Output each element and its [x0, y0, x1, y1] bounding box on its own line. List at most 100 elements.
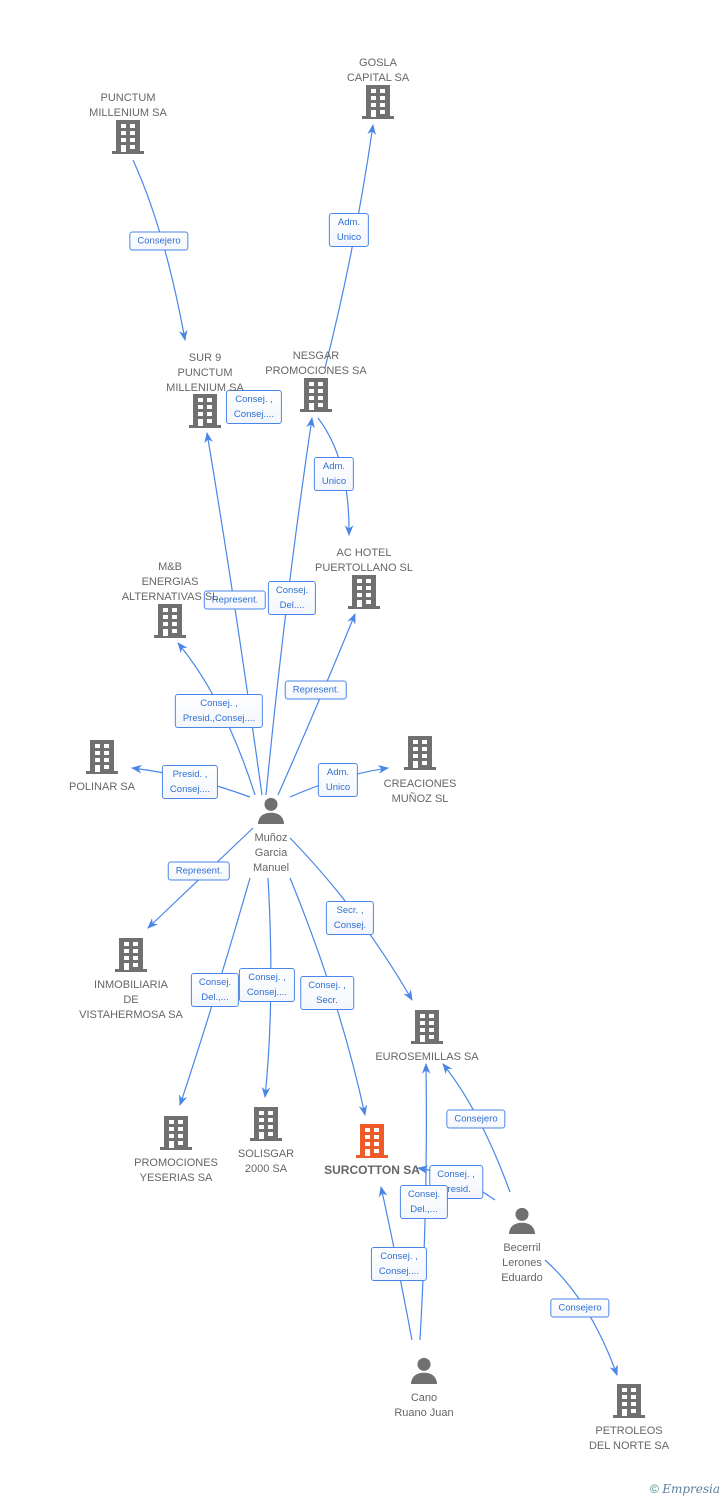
edge-label[interactable]: Adm. Unico [317, 763, 359, 797]
node-label-line: DE [123, 994, 139, 1006]
edge-label[interactable]: Consej. Del.,... [190, 973, 240, 1007]
building-icon[interactable] [300, 378, 332, 412]
edge-label-line: Secr. , [336, 905, 364, 916]
building-icon[interactable] [160, 1116, 192, 1150]
footer-brand[interactable]: © Empresia [650, 1482, 720, 1496]
person-icon[interactable] [508, 1207, 536, 1234]
building-icon[interactable] [362, 85, 394, 119]
node-punctum[interactable]: PUNCTUM MILLENIUM SA [89, 91, 167, 121]
node-label-line: POLINAR SA [68, 781, 136, 793]
node-promociones[interactable]: PROMOCIONES YESERIAS SA [134, 1156, 218, 1186]
building-icon[interactable] [112, 120, 144, 154]
edge-label[interactable]: Represent. [284, 680, 348, 700]
node-label-line: SURCOTTON SA [324, 1163, 420, 1177]
edge-label[interactable]: Adm. Unico [328, 213, 370, 247]
edge-label[interactable]: Represent. [167, 861, 231, 881]
edge-munoz-to-sur9 [204, 431, 263, 796]
building-icon[interactable] [356, 1124, 388, 1158]
edge-label-line: Presid. , [172, 769, 208, 780]
node-label-line: SUR 9 [188, 352, 222, 364]
edge-label[interactable]: Consej. Del.... [267, 581, 317, 615]
node-label-line: EUROSEMILLAS SA [375, 1051, 479, 1063]
node-label-line: Becerril [503, 1242, 541, 1254]
edge-label[interactable]: Consej. , Presid.,Consej.... [174, 694, 264, 728]
node-label-line: Ruano Juan [394, 1407, 454, 1419]
edge-label[interactable]: Presid. , Consej.... [161, 765, 219, 799]
edge-label[interactable]: Secr. , Consej. [325, 901, 375, 935]
building-icon[interactable] [348, 575, 380, 609]
edge-label-line: Consej.... [246, 987, 288, 998]
edge-label[interactable]: Consejero [129, 231, 189, 251]
building-icon[interactable] [404, 736, 436, 770]
edge-label-line: Consej. [198, 977, 232, 988]
edge-label-line: Consej. [333, 920, 367, 931]
node-label-line: DEL NORTE SA [588, 1440, 670, 1452]
node-becerril[interactable]: Becerril Lerones Eduardo [501, 1241, 543, 1286]
node-label-line: ENERGIAS [141, 576, 199, 588]
node-mb[interactable]: M&B ENERGIAS ALTERNATIVAS SL [122, 560, 219, 605]
network-diagram: Consejero Adm. Unico Represent. Consej. , Con… [0, 0, 728, 1500]
edge-label-line: Consej.... [233, 409, 275, 420]
node-sur9[interactable]: SUR 9 PUNCTUM MILLENIUM SA [166, 351, 244, 396]
node-label-line: PUERTOLLANO SL [314, 562, 414, 574]
edge-label-line: Secr. [316, 995, 338, 1006]
node-label-line: MILLENIUM SA [89, 107, 167, 119]
edge-label[interactable]: Adm. Unico [313, 457, 355, 491]
node-label-line: Muñoz [254, 832, 288, 844]
node-label-line: Lerones [502, 1257, 542, 1269]
node-achotel[interactable]: AC HOTEL PUERTOLLANO SL [315, 546, 413, 576]
person-icon[interactable] [257, 797, 285, 824]
edge-label-line: Represent. [211, 594, 259, 606]
building-icon[interactable] [250, 1107, 282, 1141]
building-icon[interactable] [115, 938, 147, 972]
node-label-line: PETROLEOS [595, 1425, 663, 1437]
edge-label-line: Consej. , [308, 980, 346, 991]
building-icon[interactable] [613, 1384, 645, 1418]
node-label-line: NESGAR [292, 350, 340, 362]
building-icon[interactable] [154, 604, 186, 638]
node-label-line: GOSLA [359, 57, 397, 69]
brand-logo: Empresia [662, 1482, 720, 1496]
node-eurosemillas[interactable]: EUROSEMILLAS SA [375, 1050, 478, 1065]
edge-label-line: Adm. [337, 217, 361, 228]
node-solisgar[interactable]: SOLISGAR 2000 SA [238, 1147, 294, 1177]
node-polinar[interactable]: POLINAR SA [69, 780, 135, 795]
edge-label-line: Consej. , [380, 1251, 418, 1262]
edge-label[interactable]: Consej. , Consej.... [370, 1247, 428, 1281]
edge-label-line: Adm. [326, 767, 350, 778]
edge-label-line: Represent. [292, 684, 340, 696]
edge-label[interactable]: Consej. , Consej.... [238, 968, 296, 1002]
edge-label-line: Consejero [454, 1113, 498, 1125]
edge-label-line: Consej. [275, 585, 309, 596]
node-label-line: PUNCTUM [177, 367, 233, 379]
node-surcotton[interactable]: SURCOTTON SA [324, 1163, 420, 1178]
node-creaciones[interactable]: CREACIONES MUÑOZ SL [384, 777, 457, 807]
edge-label-line: Consej. , [200, 698, 238, 709]
node-inmobiliaria[interactable]: INMOBILIARIA DE VISTAHERMOSA SA [79, 978, 183, 1023]
building-icon[interactable] [411, 1010, 443, 1044]
node-cano[interactable]: Cano Ruano Juan [394, 1391, 453, 1421]
edge-label-line: Consej. , [248, 972, 286, 983]
person-icon[interactable] [410, 1357, 438, 1384]
node-munoz[interactable]: Muñoz Garcia Manuel [253, 831, 289, 876]
edge-label[interactable]: Consej. Del.,... [399, 1185, 449, 1219]
building-icon[interactable] [86, 740, 118, 774]
node-petroleos[interactable]: PETROLEOS DEL NORTE SA [589, 1424, 669, 1454]
node-nesgar[interactable]: NESGAR PROMOCIONES SA [265, 349, 366, 379]
node-gosla[interactable]: GOSLA CAPITAL SA [347, 56, 409, 86]
node-label-line: Cano [410, 1392, 438, 1404]
node-label-line: Manuel [252, 862, 290, 874]
edge-becerril-to-petroleos [544, 1259, 618, 1377]
edge-label-line: Del.... [279, 600, 305, 611]
edge-label-line: Consejero [137, 235, 181, 247]
edge-label[interactable]: Consejero [446, 1109, 506, 1129]
edge-label[interactable]: Consej. , Secr. [300, 976, 354, 1010]
node-label-line: PROMOCIONES SA [265, 365, 367, 377]
edge-label-line: Consej.... [169, 784, 211, 795]
node-label-line: Eduardo [501, 1272, 543, 1284]
edge-label-line: Unico [336, 232, 362, 243]
building-icon[interactable] [189, 394, 221, 428]
node-label-line: ALTERNATIVAS SL [121, 591, 219, 603]
edge-label[interactable]: Consejero [550, 1298, 610, 1318]
edge-label-line: Consej. , [437, 1169, 475, 1180]
